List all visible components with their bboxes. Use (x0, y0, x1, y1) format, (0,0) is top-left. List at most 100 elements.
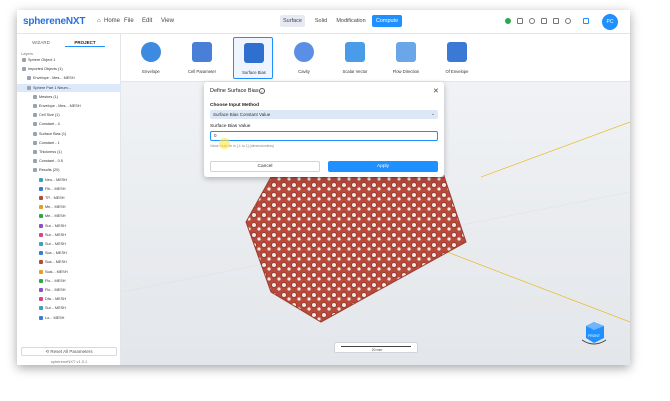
help-icon[interactable] (565, 18, 571, 24)
layer-color-swatch (33, 122, 37, 127)
tool-icon (244, 43, 264, 63)
tree-item[interactable]: Envelope - Mes... MESH (17, 102, 121, 110)
home-icon[interactable]: ⌂ (97, 18, 101, 24)
layer-color-swatch (39, 186, 43, 191)
tree-item[interactable]: Envelope - Mes... MESH (17, 74, 121, 82)
ribbon-tool-scalar-vector[interactable]: Scalar Vector (335, 37, 375, 79)
tree-item-label: Meshes (1) (39, 94, 58, 99)
layer-color-swatch (39, 269, 43, 274)
layer-color-swatch (27, 85, 31, 90)
input-method-select[interactable]: Surface Bias Constant Value ⌄ (210, 110, 438, 119)
layer-color-swatch (39, 297, 43, 302)
dialog-title: Define Surface Bias (210, 88, 259, 94)
tree-item-label: Sphere Object 1 (28, 58, 56, 62)
tree-item[interactable]: Sphere Object 1 (17, 56, 121, 64)
tree-item[interactable]: Flo... MESH (17, 286, 121, 294)
tree-item[interactable]: Surface Bias (1) (17, 130, 121, 138)
ribbon-tool-flow-direction[interactable]: Flow Direction (386, 37, 426, 79)
tool-icon (294, 42, 314, 62)
tree-item[interactable]: Me... MESH (17, 212, 121, 220)
link-icon[interactable] (529, 18, 535, 24)
ribbon-tool-label: Of Envelope (445, 69, 469, 74)
ribbon-tool-label: Envelope (142, 69, 160, 74)
tree-item-label: Envelope - Mes... MESH (39, 104, 81, 108)
layer-color-swatch (39, 223, 43, 228)
left-panel: WIZARD PROJECT Layers Sphere Object 1 Imp… (17, 34, 121, 365)
tree-item[interactable]: Sur... MESH (17, 240, 121, 248)
tree-item[interactable]: TP... MESH (17, 194, 121, 202)
tab-surface[interactable]: Surface (280, 15, 305, 27)
ribbon-tool-of-envelope[interactable]: Of Envelope (437, 37, 477, 79)
ribbon-tool-label: Surface Bias (242, 70, 266, 75)
tree-item[interactable]: Constant - 4 (17, 120, 121, 128)
tree-item[interactable]: Dfa... MESH (17, 295, 121, 303)
menu-edit[interactable]: Edit (142, 18, 152, 24)
tree-item-label: Surface Bias (1) (39, 131, 67, 136)
tree-item[interactable]: Sca... MESH (17, 249, 121, 257)
menu-file[interactable]: File (124, 18, 134, 24)
avatar[interactable]: PC (602, 14, 618, 30)
info-icon[interactable]: i (259, 88, 265, 94)
tree-item-label: Thickness (1) (39, 150, 62, 154)
ribbon-tool-label: Cell Parameter (188, 69, 216, 74)
cloud-icon[interactable] (553, 18, 559, 24)
tab-wizard[interactable]: WIZARD (21, 38, 61, 47)
ribbon-tool-label: Scalar Vector (342, 69, 368, 74)
menu-home[interactable]: Home (104, 18, 120, 24)
tree-item-label: Lo... MESH (45, 315, 65, 320)
tab-modification[interactable]: Modification (335, 15, 367, 27)
tab-compute[interactable]: Compute (372, 15, 402, 27)
reset-parameters-button[interactable]: ⟲ Reset All Parameters (21, 347, 117, 356)
top-bar: sphereneNXT ⌂ Home File Edit View Surfac… (17, 10, 630, 34)
tree-item-label: Results (20) (39, 168, 60, 173)
layer-color-swatch (39, 242, 43, 246)
tool-icon (396, 42, 416, 62)
tree-item[interactable]: Scal... MESH (17, 268, 121, 276)
ribbon-tool-cavity[interactable]: Cavity (284, 37, 324, 79)
tree-item[interactable]: Meshes (1) (17, 93, 121, 101)
tree-item-label: Neo... MESH (45, 177, 68, 182)
input-method-value: Surface Bias Constant Value (213, 112, 271, 117)
tree-item[interactable]: Me... MESH (17, 203, 121, 211)
tree-item[interactable]: Sur... MESH (17, 231, 121, 239)
tree-item[interactable]: Constant - 1 (17, 139, 121, 147)
tree-item[interactable]: Lo... MESH (17, 314, 121, 322)
tab-solid[interactable]: Solid (311, 15, 331, 27)
layer-color-swatch (39, 177, 43, 182)
close-icon[interactable]: ✕ (433, 87, 439, 95)
tree-item[interactable]: Results (20) (17, 166, 121, 174)
tree-item[interactable]: Sca... MESH (17, 258, 121, 266)
layer-color-swatch (39, 214, 43, 219)
layer-color-swatch (33, 113, 37, 118)
tree-item[interactable]: Thickness (1) (17, 148, 121, 156)
layer-color-swatch (39, 232, 43, 237)
app-window: sphereneNXT ⌂ Home File Edit View Surfac… (17, 10, 630, 365)
tree-item[interactable]: Imported Objects (1) (17, 65, 121, 73)
tree-item[interactable]: Sur... MESH (17, 222, 121, 230)
close-x-icon[interactable] (517, 18, 523, 24)
tree-item-label: Constant - 1 (39, 140, 60, 145)
tree-item[interactable]: Neo... MESH (17, 176, 121, 184)
tree-item[interactable]: Sphere Part 1 Neum... (17, 83, 121, 92)
layer-color-swatch (39, 306, 43, 311)
menu-view[interactable]: View (161, 18, 174, 24)
layer-color-swatch (39, 251, 43, 256)
tab-project[interactable]: PROJECT (65, 38, 105, 47)
chat-icon[interactable] (541, 18, 547, 24)
ribbon-tool-surface-bias[interactable]: Surface Bias (233, 37, 273, 79)
view-cube[interactable]: FRONT (578, 318, 610, 348)
tree-item[interactable]: Cell Size (1) (17, 111, 121, 119)
scale-bar-label: 20 mm (371, 348, 383, 352)
tree-item-label: Sca... MESH (45, 260, 67, 265)
apply-button[interactable]: Apply (328, 161, 438, 172)
tree-item[interactable]: Flo... MESH (17, 277, 121, 285)
ribbon-tool-envelope[interactable]: Envelope (131, 37, 171, 79)
tree-item[interactable]: Constant - 0.5 (17, 157, 121, 165)
tree-item[interactable]: Sur... MESH (17, 304, 121, 312)
tree-item-label: Sur... MESH (45, 232, 66, 237)
ribbon-tool-cell-parameter[interactable]: Cell Parameter (182, 37, 222, 79)
cancel-button[interactable]: Cancel (210, 161, 320, 172)
tree-item[interactable]: Fib... MESH (17, 185, 121, 193)
settings-icon[interactable] (583, 18, 589, 24)
surface-bias-value-input[interactable]: 0 (210, 131, 438, 141)
